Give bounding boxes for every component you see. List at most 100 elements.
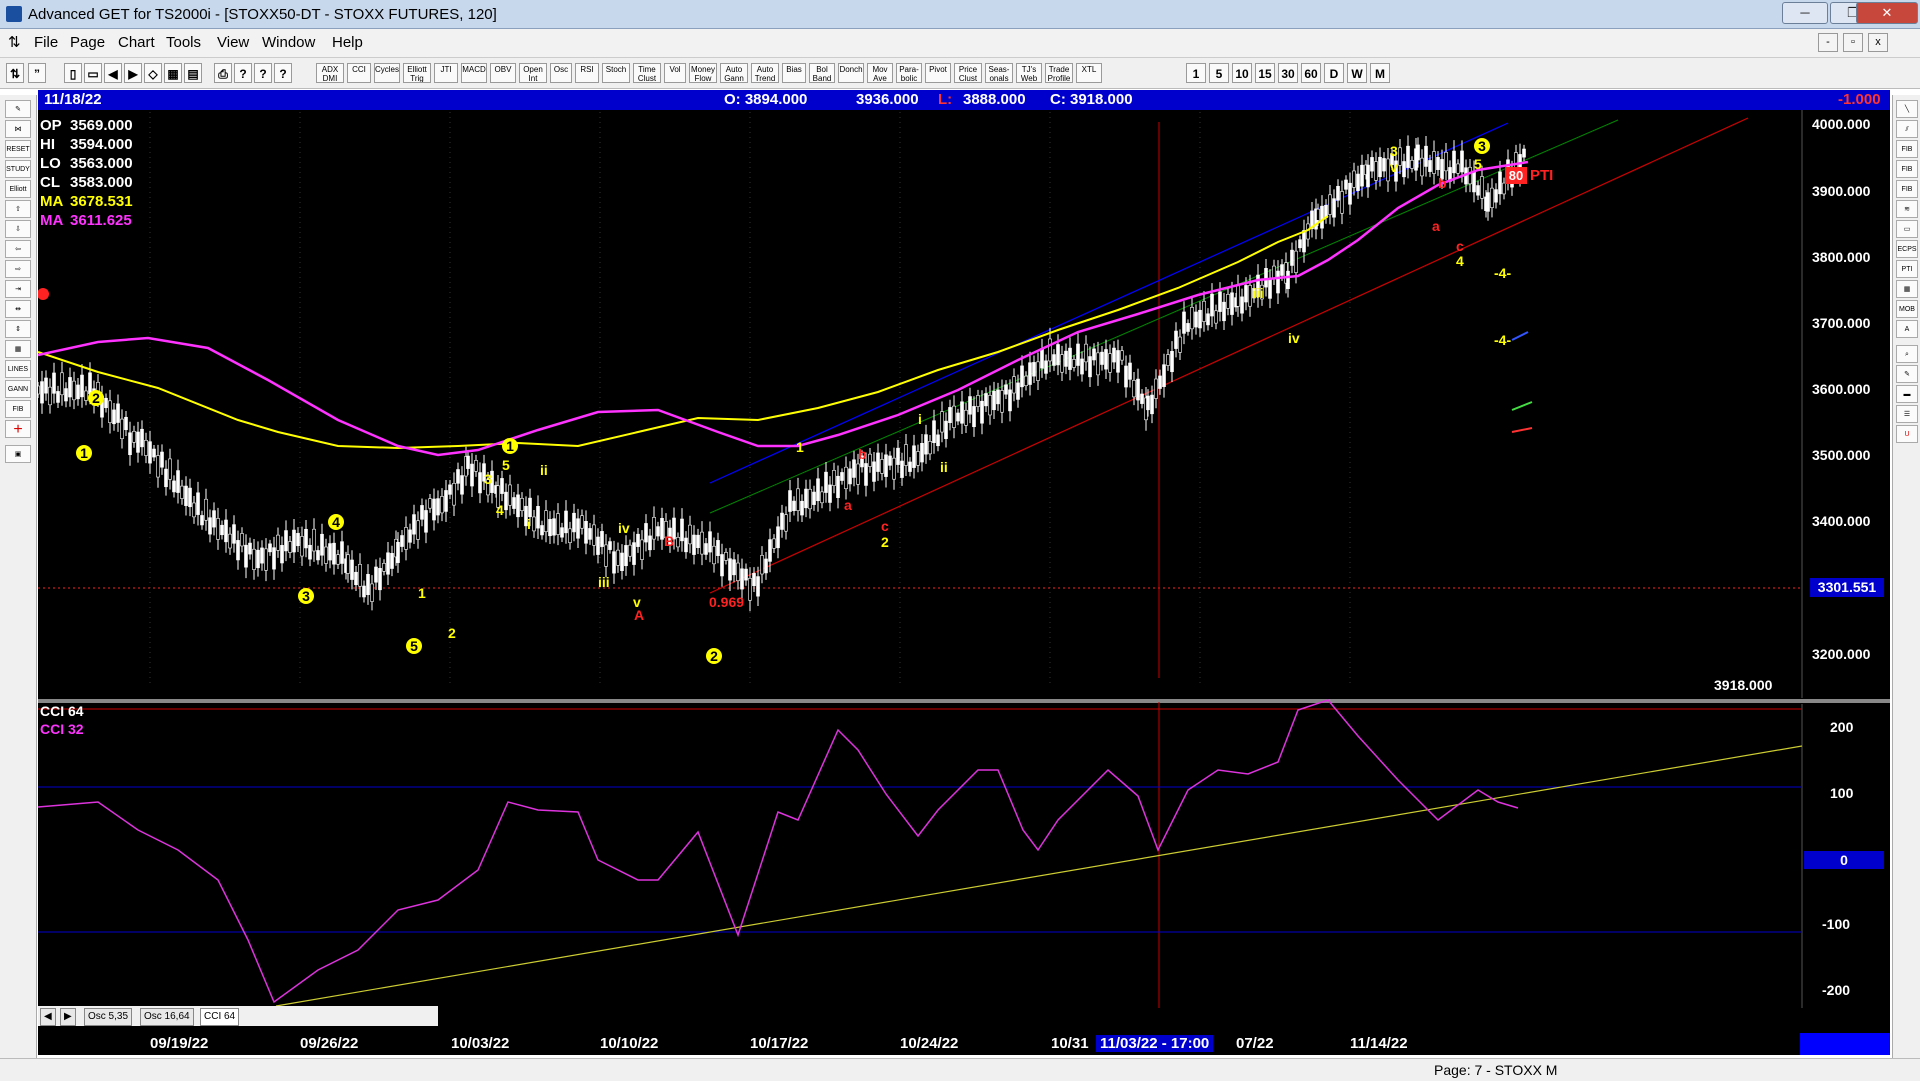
compress-icon[interactable]: ⇥ — [5, 280, 31, 298]
new-page-icon[interactable]: ▯ — [64, 63, 82, 83]
toolbar-obv-button[interactable]: OBV — [490, 63, 516, 83]
interval-10-button[interactable]: 10 — [1232, 63, 1252, 83]
toolbar-rsi-button[interactable]: RSI — [575, 63, 599, 83]
mdi-restore-button[interactable]: ▫ — [1843, 33, 1863, 52]
menu-file[interactable]: File — [34, 34, 58, 51]
menu-help[interactable]: Help — [332, 34, 363, 51]
wave-label[interactable]: c — [881, 518, 889, 534]
zoom-icon[interactable]: ⌕ — [1896, 345, 1918, 363]
wave-label[interactable]: 3 — [1390, 143, 1398, 159]
wave-label[interactable]: i — [527, 516, 531, 532]
print-icon[interactable]: ⎙ — [214, 63, 232, 83]
toolbar-pivot-button[interactable]: Pivot — [925, 63, 951, 83]
wave-label[interactable]: 3 — [298, 588, 314, 604]
layout-icon[interactable]: ▤ — [184, 63, 202, 83]
forward-icon[interactable]: ▶ — [124, 63, 142, 83]
pattern-icon[interactable]: ⋈ — [5, 120, 31, 138]
interval-60-button[interactable]: 60 — [1301, 63, 1321, 83]
wave-label[interactable]: 4 — [1456, 253, 1464, 269]
link-icon[interactable]: ◇ — [144, 63, 162, 83]
toolbar-trade-profile-button[interactable]: Trade Profile — [1045, 63, 1073, 83]
crosshair-icon[interactable]: + — [5, 420, 31, 438]
toolbar-bias-button[interactable]: Bias — [782, 63, 806, 83]
wave-label[interactable]: i — [918, 411, 922, 427]
fan-icon[interactable]: ≋ — [1896, 200, 1918, 218]
date-scroll-indicator[interactable] — [1800, 1033, 1890, 1055]
fib-button[interactable]: FIB — [5, 400, 31, 418]
tab-scroll-left-icon[interactable]: ◀ — [40, 1008, 56, 1026]
interval-d-button[interactable]: D — [1324, 63, 1344, 83]
tool-cursor-icon[interactable]: ⇅ — [6, 63, 24, 83]
fib-extension-button[interactable]: FIB EXT — [1896, 160, 1918, 178]
wave-label[interactable]: a — [844, 497, 852, 513]
toolbar-tj-s-web-button[interactable]: TJ's Web — [1016, 63, 1042, 83]
wave-label[interactable]: 5 — [502, 457, 510, 473]
open-icon[interactable]: ▭ — [84, 63, 102, 83]
toolbar-vol-button[interactable]: Vol — [664, 63, 686, 83]
quote-icon[interactable]: ” — [28, 63, 46, 83]
wave-label[interactable]: 4 — [496, 502, 504, 518]
wave-label[interactable]: B — [664, 533, 674, 549]
wave-label[interactable]: iii — [1252, 285, 1264, 301]
vertical-expand-icon[interactable]: ⇕ — [5, 320, 31, 338]
menu-window[interactable]: Window — [262, 34, 315, 51]
toolbar-money-flow-button[interactable]: Money Flow — [689, 63, 717, 83]
toolbar-stoch-button[interactable]: Stoch — [602, 63, 630, 83]
wave-label[interactable]: 4 — [328, 514, 344, 530]
wave-label[interactable]: 2 — [706, 648, 722, 664]
toolbar-donch-button[interactable]: Donch — [838, 63, 864, 83]
ecps-button[interactable]: ECPS — [1896, 240, 1918, 258]
tab-osc-5-35[interactable]: Osc 5,35 — [84, 1008, 133, 1026]
cci-trend-line[interactable] — [275, 745, 1803, 1007]
text-tool-icon[interactable]: A — [1896, 320, 1918, 338]
ruler-icon[interactable]: ▬ — [1896, 385, 1918, 403]
mob-button[interactable]: MOB — [1896, 300, 1918, 318]
fib-time-button[interactable]: FIB TIME — [1896, 180, 1918, 198]
table-icon[interactable]: ▦ — [1896, 280, 1918, 298]
expand-icon[interactable]: ⇹ — [5, 300, 31, 318]
interval-1-button[interactable]: 1 — [1186, 63, 1206, 83]
arrow-down-icon[interactable]: ⇩ — [5, 220, 31, 238]
wave-label[interactable]: 2 — [448, 625, 456, 641]
toolbar-osc-button[interactable]: Osc — [550, 63, 572, 83]
toolbar-time-clust-button[interactable]: Time Clust — [633, 63, 661, 83]
wave-label[interactable]: iv — [1288, 330, 1300, 346]
pti-button[interactable]: PTI — [1896, 260, 1918, 278]
interval-5-button[interactable]: 5 — [1209, 63, 1229, 83]
interval-w-button[interactable]: W — [1347, 63, 1367, 83]
wave-label[interactable]: 1 — [796, 439, 804, 455]
toolbar-auto-gann-button[interactable]: Auto Gann — [720, 63, 748, 83]
toolbar-xtl-button[interactable]: XTL — [1076, 63, 1102, 83]
channel-icon[interactable]: ▭ — [1896, 220, 1918, 238]
interval-m-button[interactable]: M — [1370, 63, 1390, 83]
panel-divider[interactable] — [38, 699, 1890, 703]
chart-area[interactable] — [38, 90, 1890, 1036]
tab-cci-64[interactable]: CCI 64 — [200, 1008, 240, 1026]
toolbar-bol-band-button[interactable]: Bol Band — [809, 63, 835, 83]
menu-page[interactable]: Page — [70, 34, 105, 51]
wave-label[interactable]: v — [1390, 159, 1398, 175]
toolbar-open-int-button[interactable]: Open Int — [519, 63, 547, 83]
alert-dot[interactable] — [38, 288, 49, 300]
info-icon[interactable]: ? — [234, 63, 252, 83]
tab-scroll-right-icon[interactable]: ▶ — [60, 1008, 76, 1026]
interval-15-button[interactable]: 15 — [1255, 63, 1275, 83]
help-pointer-icon[interactable]: ? — [254, 63, 272, 83]
wave-label[interactable]: b — [858, 446, 867, 462]
menu-chart[interactable]: Chart — [118, 34, 155, 51]
toolbar-seas-onals-button[interactable]: Seas- onals — [985, 63, 1013, 83]
wave-label[interactable]: iv — [618, 520, 630, 536]
wave-label[interactable]: ii — [940, 459, 948, 475]
mdi-close-button[interactable]: x — [1868, 33, 1888, 52]
wave-label[interactable]: iii — [598, 574, 610, 590]
toolbar-adx-dmi-button[interactable]: ADX DMI — [316, 63, 344, 83]
back-icon[interactable]: ◀ — [104, 63, 122, 83]
arrow-left-icon[interactable]: ⇦ — [5, 240, 31, 258]
grid-icon[interactable]: ▦ — [164, 63, 182, 83]
toolbar-elliott-trig-button[interactable]: Elliott Trig — [403, 63, 431, 83]
save-icon[interactable]: ▣ — [5, 445, 31, 463]
toolbar-mov-ave-button[interactable]: Mov Ave — [867, 63, 893, 83]
channel-lower-line[interactable] — [709, 117, 1749, 594]
wave-label[interactable]: c — [1456, 238, 1464, 254]
wave-label[interactable]: 1 — [418, 585, 426, 601]
